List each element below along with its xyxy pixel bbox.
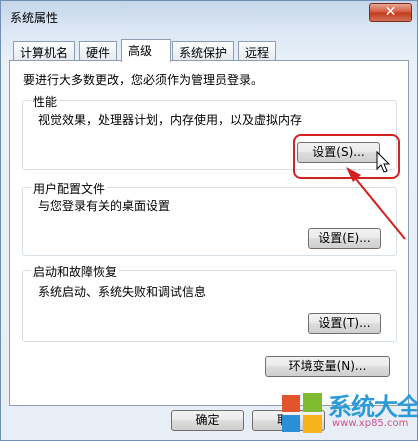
annotation-arrow-icon (346, 167, 406, 240)
system-properties-window: 系统属性 ✕ 计算机名 硬件 高级 系统保护 远程 要进行大多数更改，您必须作为… (0, 0, 418, 441)
tab-advanced[interactable]: 高级 (121, 39, 171, 62)
watermark-brand: 系统大全 (328, 393, 418, 421)
mouse-pointer-icon (376, 151, 391, 173)
windows-logo-icon (282, 393, 322, 433)
watermark: 系统大全 www.xp85.com (272, 385, 418, 441)
watermark-url: www.xp85.com (332, 418, 409, 429)
